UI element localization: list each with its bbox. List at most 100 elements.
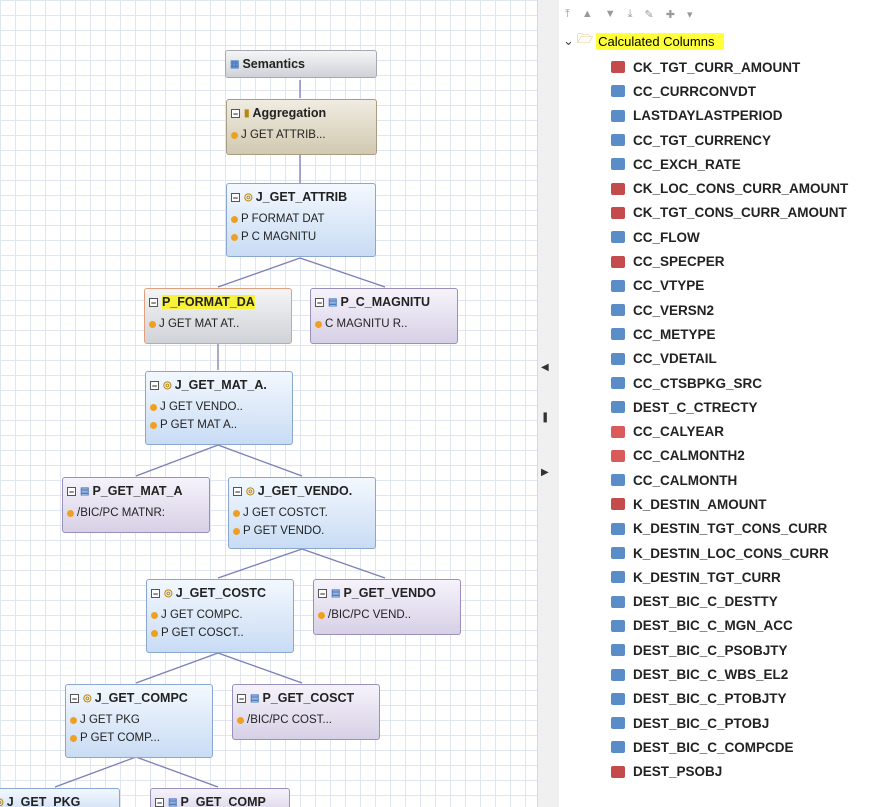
- move-up-icon[interactable]: ▲: [582, 8, 593, 20]
- projection-node-p-get-vendo[interactable]: − ▤ P_GET_VENDO /BIC/PC VEND..: [313, 579, 461, 635]
- projection-node-p-get-mat-a[interactable]: − ▤ P_GET_MAT_A /BIC/PC MATNR:: [62, 477, 210, 533]
- list-item[interactable]: LASTDAYLASTPERIOD: [559, 104, 848, 128]
- aggregation-node[interactable]: − ▮ Aggregation J GET ATTRIB...: [226, 99, 377, 155]
- input-icon: [151, 629, 158, 637]
- list-item[interactable]: CC_CALMONTH: [559, 468, 848, 492]
- list-item[interactable]: CC_VERSN2: [559, 298, 848, 322]
- list-item[interactable]: CC_VDETAIL: [559, 347, 848, 371]
- collapse-icon[interactable]: −: [318, 588, 327, 598]
- list-item[interactable]: CC_CURRCONVDT: [559, 79, 848, 103]
- splitter-grip-icon[interactable]: ❚: [541, 412, 549, 423]
- edit-icon[interactable]: ✎: [645, 8, 654, 21]
- node-title: J_GET_ATTRIB: [255, 190, 348, 204]
- join-icon: ◎: [164, 587, 173, 599]
- list-item[interactable]: DEST_BIC_C_PTOBJ: [559, 711, 848, 735]
- projection-node-p-get-cosct[interactable]: − ▤ P_GET_COSCT /BIC/PC COST...: [232, 684, 380, 740]
- columns-panel: ⤒ ▲ ▼ ⤓ ✎ ✚ ▾ ⌄ 🗁 Calculated Columns CK_…: [559, 0, 879, 807]
- join-node-j-get-vendo[interactable]: − ◎ J_GET_VENDO. J GET COSTCT. P GET VENDO…: [228, 477, 376, 549]
- list-item[interactable]: CC_TGT_CURRENCY: [559, 128, 848, 152]
- projection-icon: ▤: [80, 485, 90, 497]
- move-down-icon[interactable]: ▼: [605, 8, 616, 20]
- collapse-icon[interactable]: −: [151, 588, 160, 598]
- node-title: J_GET_COMPC: [94, 691, 188, 705]
- projection-icon: ▤: [328, 296, 338, 308]
- calculated-measure-icon: [611, 206, 625, 219]
- list-item[interactable]: K_DESTIN_AMOUNT: [559, 492, 848, 516]
- list-item[interactable]: DEST_BIC_C_COMPCDE: [559, 735, 848, 759]
- calculated-column-icon: [611, 352, 625, 365]
- list-item[interactable]: CC_FLOW: [559, 225, 848, 249]
- join-node-j-get-pkg[interactable]: ◎J_GET_PKG: [0, 788, 120, 807]
- chevron-down-icon[interactable]: ⌄: [563, 33, 577, 49]
- calculated-measure-icon: [611, 255, 625, 268]
- join-node-j-get-attrib[interactable]: − ◎ J_GET_ATTRIB P FORMAT DAT P C MAGNITU: [226, 183, 376, 257]
- list-item[interactable]: DEST_BIC_C_DESTTY: [559, 590, 848, 614]
- input-icon: [150, 421, 157, 429]
- collapse-icon[interactable]: −: [155, 797, 164, 807]
- list-item[interactable]: DEST_BIC_C_PSOBJTY: [559, 638, 848, 662]
- node-title: J_GET_VENDO.: [257, 484, 353, 498]
- list-item[interactable]: K_DESTIN_TGT_CURR: [559, 565, 848, 589]
- calculated-columns-folder[interactable]: ⌄ 🗁 Calculated Columns: [559, 30, 725, 52]
- join-icon: ◎: [246, 485, 255, 497]
- projection-node-p-c-magnitu[interactable]: − ▤ P_C_MAGNITU C MAGNITU R..: [310, 288, 458, 344]
- list-item[interactable]: K_DESTIN_LOC_CONS_CURR: [559, 541, 848, 565]
- collapse-icon[interactable]: −: [70, 693, 79, 703]
- calculated-column-icon: [611, 522, 625, 535]
- list-item-label: CC_CALYEAR: [633, 424, 725, 440]
- join-node-j-get-mat-a[interactable]: − ◎ J_GET_MAT_A. J GET VENDO.. P GET MAT A…: [145, 371, 293, 445]
- list-item[interactable]: CC_CALMONTH2: [559, 444, 848, 468]
- node-title: P_GET_VENDO: [343, 586, 436, 600]
- expand-right-icon[interactable]: ▶: [541, 467, 549, 478]
- collapse-icon[interactable]: −: [237, 693, 246, 703]
- list-item[interactable]: DEST_BIC_C_WBS_EL2: [559, 662, 848, 686]
- list-item-label: K_DESTIN_TGT_CONS_CURR: [633, 521, 828, 537]
- list-item[interactable]: K_DESTIN_TGT_CONS_CURR: [559, 517, 848, 541]
- projection-node-p-format-da[interactable]: − P_FORMAT_DA J GET MAT AT..: [144, 288, 292, 344]
- list-item[interactable]: CK_LOC_CONS_CURR_AMOUNT: [559, 176, 848, 200]
- diagram-canvas[interactable]: ▦ Semantics − ▮ Aggregation J GET ATTRIB...…: [0, 0, 537, 807]
- collapse-left-icon[interactable]: ◀: [541, 362, 549, 373]
- collapse-icon[interactable]: −: [231, 192, 240, 202]
- add-icon[interactable]: ✚: [666, 8, 675, 21]
- collapse-icon[interactable]: −: [233, 486, 242, 496]
- list-item[interactable]: CC_METYPE: [559, 322, 848, 346]
- collapse-icon[interactable]: −: [149, 297, 158, 307]
- list-item[interactable]: CC_VTYPE: [559, 274, 848, 298]
- node-row: C MAGNITU R..: [325, 318, 408, 330]
- panel-toolbar: ⤒ ▲ ▼ ⤓ ✎ ✚ ▾: [559, 0, 879, 28]
- node-row: J GET VENDO..: [160, 401, 243, 413]
- list-item-label: CK_TGT_CONS_CURR_AMOUNT: [633, 205, 847, 221]
- projection-node-p-get-comp[interactable]: − ▤ P_GET_COMP: [150, 788, 290, 807]
- move-bottom-icon[interactable]: ⤓: [628, 8, 633, 21]
- list-item[interactable]: DEST_BIC_C_MGN_ACC: [559, 614, 848, 638]
- calculated-column-icon: [611, 741, 625, 754]
- join-node-j-get-compc[interactable]: − ◎ J_GET_COMPC J GET PKG P GET COMP...: [65, 684, 213, 758]
- list-item[interactable]: CC_SPECPER: [559, 249, 848, 273]
- node-title: P_C_MAGNITU: [340, 295, 431, 309]
- list-item[interactable]: CK_TGT_CURR_AMOUNT: [559, 55, 848, 79]
- list-item[interactable]: CC_CTSBPKG_SRC: [559, 371, 848, 395]
- list-item[interactable]: CC_CALYEAR: [559, 419, 848, 443]
- list-item-label: CC_VTYPE: [633, 278, 705, 294]
- list-item[interactable]: CC_EXCH_RATE: [559, 152, 848, 176]
- collapse-icon[interactable]: −: [150, 380, 159, 390]
- list-item[interactable]: DEST_BIC_C_PTOBJTY: [559, 687, 848, 711]
- input-icon: [151, 611, 158, 619]
- panel-splitter[interactable]: [537, 0, 561, 807]
- dropdown-icon[interactable]: ▾: [687, 8, 693, 21]
- calculated-date-icon: [611, 449, 625, 462]
- list-item[interactable]: DEST_PSOBJ: [559, 760, 848, 784]
- collapse-icon[interactable]: −: [231, 108, 240, 118]
- list-item[interactable]: CK_TGT_CONS_CURR_AMOUNT: [559, 201, 848, 225]
- list-item[interactable]: DEST_C_CTRECTY: [559, 395, 848, 419]
- join-node-j-get-costc[interactable]: − ◎ J_GET_COSTC J GET COMPC. P GET COSCT..: [146, 579, 294, 653]
- semantics-node[interactable]: ▦ Semantics: [225, 50, 377, 78]
- collapse-icon[interactable]: −: [315, 297, 324, 307]
- node-row: J GET ATTRIB...: [241, 129, 326, 141]
- node-title: J_GET_COSTC: [175, 586, 267, 600]
- node-row: P FORMAT DAT: [241, 213, 325, 225]
- list-item-label: DEST_BIC_C_PTOBJ: [633, 715, 770, 731]
- move-top-icon[interactable]: ⤒: [565, 8, 570, 21]
- collapse-icon[interactable]: −: [67, 486, 76, 496]
